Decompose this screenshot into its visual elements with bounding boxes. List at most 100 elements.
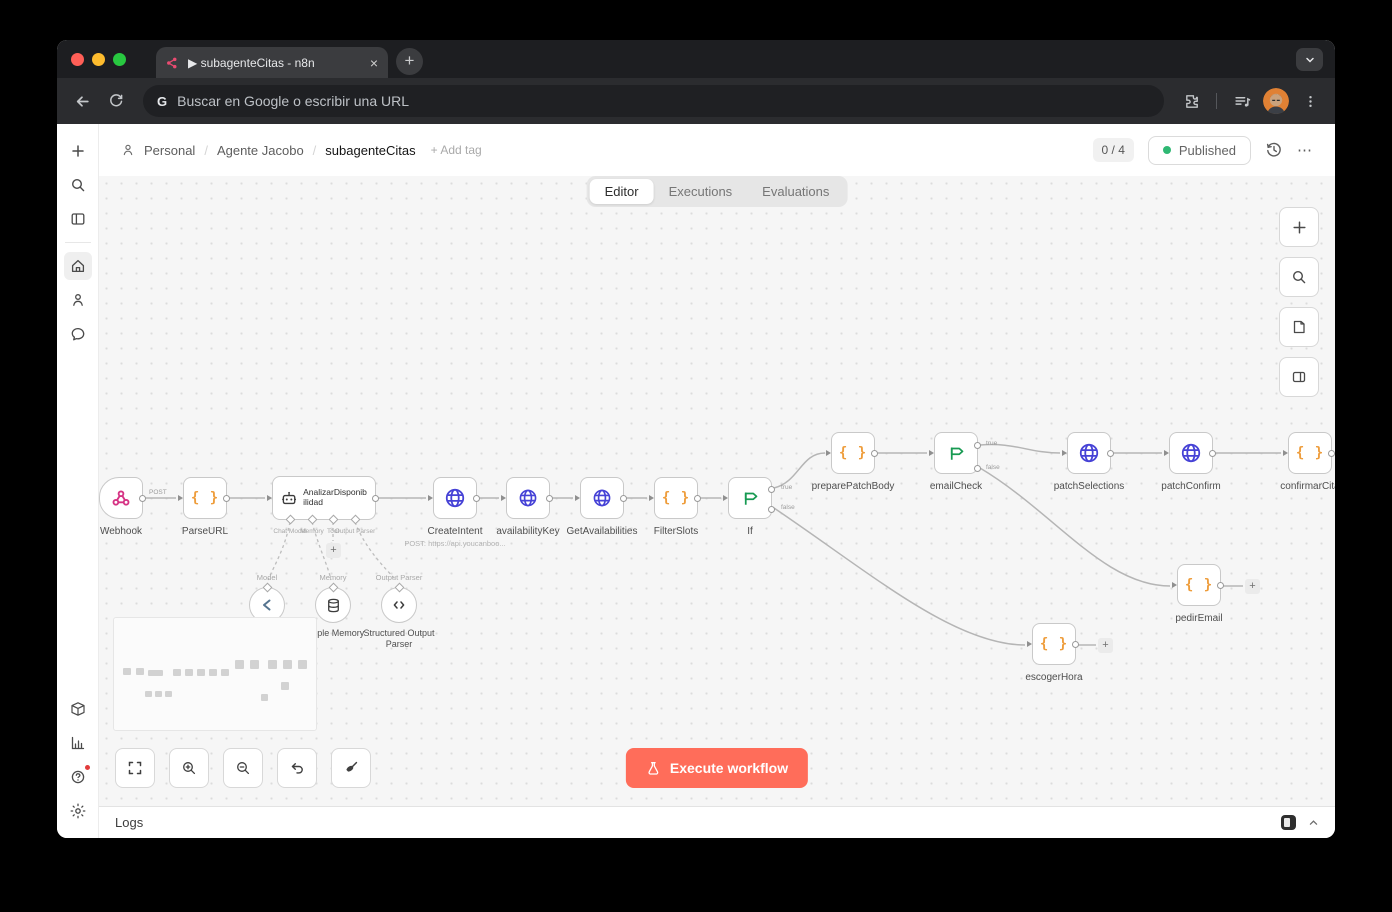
reload-icon[interactable]	[103, 88, 129, 114]
version-history-icon[interactable]	[1265, 141, 1283, 159]
workflow-canvas[interactable]: Editor Executions Evaluations Webhook PO…	[99, 176, 1335, 806]
execute-workflow-button[interactable]: Execute workflow	[626, 748, 808, 788]
search-canvas-button[interactable]	[1279, 257, 1319, 297]
output-port[interactable]	[139, 495, 146, 502]
output-port[interactable]	[223, 495, 230, 502]
output-port[interactable]	[1107, 450, 1114, 457]
output-port-true[interactable]	[768, 486, 775, 493]
workflow-name[interactable]: subagenteCitas	[325, 143, 415, 158]
sidebar-settings-icon[interactable]	[64, 797, 92, 825]
tab-search-chevron-icon[interactable]	[1296, 48, 1323, 71]
add-node-panel-button[interactable]	[1279, 207, 1319, 247]
node-escogerhora[interactable]: { } escogerHora	[1032, 623, 1076, 665]
output-port[interactable]	[620, 495, 627, 502]
node-label: GetAvailabilities	[567, 526, 638, 537]
node-if[interactable]: If	[728, 477, 772, 519]
node-webhook[interactable]: Webhook	[99, 477, 143, 519]
maximize-window-button[interactable]	[113, 53, 126, 66]
sidebar-personal-icon[interactable]	[64, 286, 92, 314]
browser-menu-icon[interactable]	[1297, 88, 1323, 114]
output-port[interactable]	[1072, 641, 1079, 648]
tab-editor[interactable]: Editor	[590, 179, 654, 204]
output-port[interactable]	[473, 495, 480, 502]
close-window-button[interactable]	[71, 53, 84, 66]
node-parseurl[interactable]: { } ParseURL	[183, 477, 227, 519]
output-port[interactable]	[546, 495, 553, 502]
zoom-out-button[interactable]	[223, 748, 263, 788]
node-filterslots[interactable]: { } FilterSlots	[654, 477, 698, 519]
sidebar-home-icon[interactable]	[64, 252, 92, 280]
add-tool-button[interactable]: +	[326, 543, 341, 558]
output-port[interactable]	[694, 495, 701, 502]
browser-window: ▶ subagenteCitas - n8n × + G Buscar en G…	[57, 40, 1335, 838]
breadcrumb-workspace[interactable]: Personal	[144, 143, 195, 158]
output-port[interactable]	[1328, 450, 1335, 457]
node-confirmarcita[interactable]: { } confirmarCita	[1288, 432, 1332, 474]
extensions-icon[interactable]	[1178, 88, 1204, 114]
back-icon[interactable]	[69, 88, 95, 114]
flask-icon	[646, 761, 661, 776]
sidebar-panel-icon[interactable]	[64, 205, 92, 233]
undo-button[interactable]	[277, 748, 317, 788]
sidebar-templates-icon[interactable]	[64, 695, 92, 723]
code-icon: { }	[839, 445, 867, 461]
tab-evaluations[interactable]: Evaluations	[747, 179, 844, 204]
output-port-true[interactable]	[974, 442, 981, 449]
subnode-structured-output-parser[interactable]: Output Parser Structured Output Parser	[381, 587, 417, 623]
output-port-false[interactable]	[974, 465, 981, 472]
node-pediremail[interactable]: { } pedirEmail	[1177, 564, 1221, 606]
node-preparepatchbody[interactable]: { } preparePatchBody	[831, 432, 875, 474]
node-analizardisponibilidad[interactable]: AnalizarDisponibilidad	[272, 476, 376, 520]
subnode-connector-label: Output Parser	[376, 573, 423, 582]
node-patchconfirm[interactable]: patchConfirm	[1169, 432, 1213, 474]
minimap[interactable]	[113, 617, 317, 731]
output-port[interactable]	[1217, 582, 1224, 589]
sticky-note-button[interactable]	[1279, 307, 1319, 347]
minimap-node	[165, 691, 172, 697]
node-availabilitykey[interactable]: availabilityKey	[506, 477, 550, 519]
issues-badge[interactable]: 0 / 4	[1093, 138, 1134, 162]
address-bar[interactable]: G Buscar en Google o escribir una URL	[143, 85, 1164, 117]
node-getavailabilities[interactable]: GetAvailabilities	[580, 477, 624, 519]
http-globe-icon	[443, 486, 467, 510]
output-port[interactable]	[1209, 450, 1216, 457]
node-emailcheck[interactable]: emailCheck	[934, 432, 978, 474]
node-patchselections[interactable]: patchSelections	[1067, 432, 1111, 474]
published-button[interactable]: Published	[1148, 136, 1251, 165]
tab-executions[interactable]: Executions	[654, 179, 748, 204]
add-node-button[interactable]: +	[1098, 638, 1113, 653]
edge-label-true: true	[781, 484, 792, 491]
output-port[interactable]	[372, 495, 379, 502]
sidebar-insights-icon[interactable]	[64, 729, 92, 757]
sidebar-search-icon[interactable]	[64, 171, 92, 199]
node-label: preparePatchBody	[812, 481, 895, 492]
expand-logs-chevron-icon[interactable]	[1308, 817, 1319, 828]
input-port	[1172, 582, 1177, 588]
browser-tab[interactable]: ▶ subagenteCitas - n8n ×	[156, 47, 388, 78]
zoom-in-button[interactable]	[169, 748, 209, 788]
output-port[interactable]	[871, 450, 878, 457]
if-icon	[740, 488, 760, 508]
tidy-up-button[interactable]	[331, 748, 371, 788]
breadcrumb-project[interactable]: Agente Jacobo	[217, 143, 304, 158]
sidebar-add-icon[interactable]	[64, 137, 92, 165]
toggle-panel-button[interactable]	[1279, 357, 1319, 397]
avatar[interactable]	[1263, 88, 1289, 114]
minimize-window-button[interactable]	[92, 53, 105, 66]
open-logs-panel-icon[interactable]	[1281, 815, 1296, 830]
tab-close-icon[interactable]: ×	[370, 56, 378, 70]
zoom-to-fit-button[interactable]	[115, 748, 155, 788]
subnode-simple-memory[interactable]: Memory Simple Memory	[315, 587, 351, 623]
add-tag-button[interactable]: + Add tag	[431, 143, 482, 157]
sidebar-chat-icon[interactable]	[64, 320, 92, 348]
add-node-button[interactable]: +	[1245, 579, 1260, 594]
media-controls-icon[interactable]	[1229, 88, 1255, 114]
new-tab-button[interactable]: +	[396, 48, 423, 75]
minimap-node	[221, 669, 229, 676]
workflow-menu-icon[interactable]: ⋯	[1297, 141, 1313, 159]
sidebar-help-icon[interactable]	[64, 763, 92, 791]
output-port-false[interactable]	[768, 506, 775, 513]
input-port	[1283, 450, 1288, 456]
node-createintent[interactable]: CreateIntent POST: https://api.youcanboo…	[433, 477, 477, 519]
logs-bar[interactable]: Logs	[99, 806, 1335, 838]
